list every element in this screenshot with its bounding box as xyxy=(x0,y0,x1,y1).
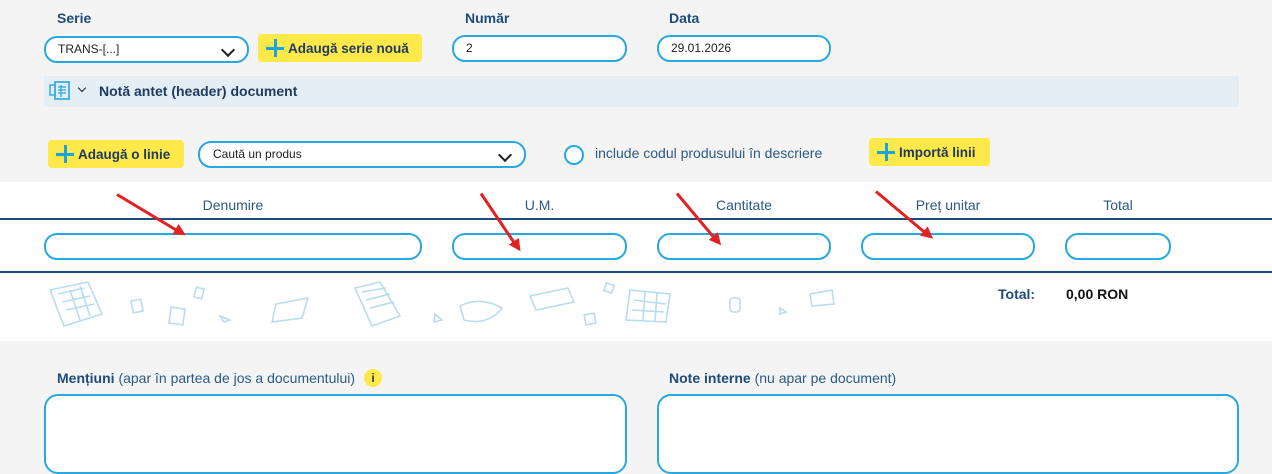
numar-value: 2 xyxy=(466,41,473,55)
table-divider xyxy=(0,218,1272,220)
info-icon[interactable]: i xyxy=(364,369,382,387)
header-note-label: Notă antet (header) document xyxy=(99,83,298,99)
plus-icon xyxy=(56,145,74,163)
add-serie-label: Adaugă serie nouă xyxy=(288,40,409,56)
serie-select-value: TRANS-[...] xyxy=(58,42,120,56)
grand-total-label: Total: xyxy=(998,286,1036,302)
include-code-checkbox[interactable] xyxy=(564,145,584,165)
column-header-total: Total xyxy=(1103,197,1133,213)
cantitate-input[interactable] xyxy=(657,233,831,260)
note-interne-heading: Note interne (nu apar pe document) xyxy=(669,370,896,386)
note-interne-textarea[interactable] xyxy=(657,394,1239,474)
include-code-label: include codul produsului în descriere xyxy=(595,145,823,161)
header-note-toggle[interactable]: Notă antet (header) document xyxy=(44,76,1239,107)
note-interne-title: Note interne xyxy=(669,370,751,386)
chevron-down-icon xyxy=(77,83,87,93)
plus-icon xyxy=(877,143,895,161)
denumire-input[interactable] xyxy=(44,233,422,260)
import-lines-button[interactable]: Importă linii xyxy=(869,138,990,166)
plus-icon xyxy=(266,39,284,57)
mentiuni-textarea[interactable] xyxy=(44,394,627,474)
data-input[interactable]: 29.01.2026 xyxy=(657,35,831,62)
mentiuni-title: Mențiuni xyxy=(57,370,115,386)
mentiuni-heading: Mențiuni (apar în partea de jos a docume… xyxy=(57,370,355,386)
add-serie-button[interactable]: Adaugă serie nouă xyxy=(258,34,422,62)
document-note-icon xyxy=(49,81,70,100)
note-interne-subtitle: (nu apar pe document) xyxy=(754,370,897,386)
column-header-denumire: Denumire xyxy=(202,197,264,213)
serie-label: Serie xyxy=(57,10,92,26)
add-line-label: Adaugă o linie xyxy=(78,146,171,162)
pret-unitar-input[interactable] xyxy=(861,233,1035,260)
product-search-select[interactable]: Caută un produs xyxy=(198,141,526,168)
empty-documents-illustration xyxy=(48,281,835,328)
product-search-placeholder: Caută un produs xyxy=(213,147,302,161)
grand-total-value: 0,00 RON xyxy=(1066,286,1129,302)
column-header-um: U.M. xyxy=(524,197,555,213)
mentiuni-subtitle: (apar în partea de jos a documentului) xyxy=(118,370,356,386)
um-input[interactable] xyxy=(452,233,627,260)
table-divider xyxy=(0,271,1272,273)
data-label: Data xyxy=(669,10,700,26)
total-input[interactable] xyxy=(1065,233,1171,260)
import-lines-label: Importă linii xyxy=(899,144,976,160)
data-value: 29.01.2026 xyxy=(671,41,732,55)
add-line-button[interactable]: Adaugă o linie xyxy=(48,140,184,168)
serie-select[interactable]: TRANS-[...] xyxy=(44,36,249,63)
numar-label: Număr xyxy=(465,10,510,26)
numar-input[interactable]: 2 xyxy=(452,35,627,62)
